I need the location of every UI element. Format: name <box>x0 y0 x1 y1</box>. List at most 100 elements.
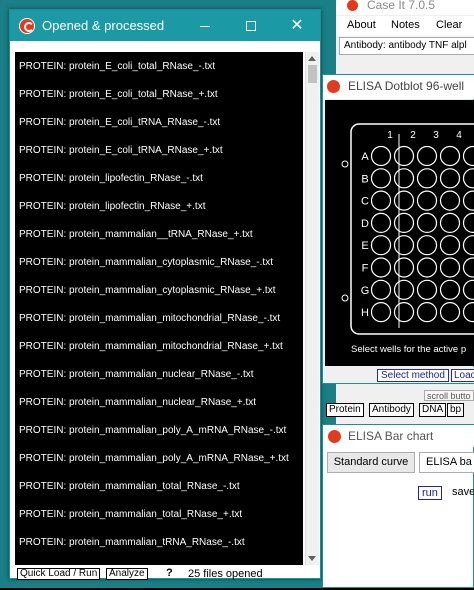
scroll-down-icon[interactable] <box>308 556 316 561</box>
file-list-item[interactable]: PROTEIN: protein_mammalian_poly_A_mRNA_R… <box>19 425 286 436</box>
tab-protein[interactable]: Protein <box>326 403 364 417</box>
molecule-tabs: Protein Antibody DNA bp <box>326 403 474 418</box>
quick-load-run-button[interactable]: Quick Load / Run <box>17 568 101 580</box>
file-list-item[interactable]: PROTEIN: protein_mammalian_nuclear_RNase… <box>19 369 254 380</box>
help-icon[interactable]: ? <box>166 567 173 579</box>
well[interactable] <box>370 190 392 211</box>
menu-clear[interactable]: Clear <box>436 19 462 31</box>
well[interactable] <box>462 302 474 323</box>
well[interactable] <box>439 302 461 323</box>
well[interactable] <box>393 257 415 278</box>
well[interactable] <box>462 235 474 256</box>
file-list-item[interactable]: PROTEIN: protein_E_coli_total_RNase_+.tx… <box>19 89 218 100</box>
well[interactable] <box>462 190 474 211</box>
file-list-item[interactable]: PROTEIN: protein_mammalian_total_RNase_+… <box>19 509 242 520</box>
minimize-button[interactable] <box>182 10 228 41</box>
file-list-item[interactable]: PROTEIN: protein_lipofectin_RNase_+.txt <box>19 201 205 212</box>
menu-notes[interactable]: Notes <box>391 19 420 31</box>
bar-chart-title: ELISA Bar chart <box>348 429 434 443</box>
well[interactable] <box>370 235 392 256</box>
tab-standard-curve[interactable]: Standard curve <box>327 452 415 473</box>
well[interactable] <box>370 279 392 300</box>
well[interactable] <box>416 257 438 278</box>
well[interactable] <box>370 145 392 167</box>
select-method-button[interactable]: Select method <box>377 369 449 382</box>
analyze-button[interactable]: Analyze <box>106 568 148 580</box>
well[interactable] <box>416 235 438 256</box>
well[interactable] <box>439 212 461 234</box>
well[interactable] <box>393 302 415 323</box>
well[interactable] <box>439 168 461 189</box>
load-button[interactable]: Load <box>451 369 474 382</box>
file-list-item[interactable]: PROTEIN: protein_mammalian__tRNA_RNase_+… <box>19 229 253 240</box>
well[interactable] <box>416 279 438 300</box>
plate-graphic[interactable]: 1 2 3 4 ABCDEFGH <box>325 100 474 366</box>
dotblot-controls: Select method Load <box>325 367 474 383</box>
caseit-app-icon <box>326 79 341 94</box>
caseit-title-bar[interactable]: Case It 7.0.5 <box>336 0 474 15</box>
close-button[interactable]: ✕ <box>274 10 320 41</box>
run-button[interactable]: run <box>418 486 442 500</box>
row-label: B <box>361 173 368 185</box>
file-list-item[interactable]: PROTEIN: protein_mammalian_mitochondrial… <box>19 313 280 324</box>
well[interactable] <box>416 168 438 189</box>
scroll-up-icon[interactable] <box>308 56 316 61</box>
file-list-item[interactable]: PROTEIN: protein_mammalian_tRNA_RNase_-.… <box>19 537 245 548</box>
menu-about[interactable]: About <box>347 19 376 31</box>
well[interactable] <box>416 190 438 211</box>
well[interactable] <box>393 212 415 234</box>
file-list-item[interactable]: PROTEIN: protein_mammalian_nuclear_RNase… <box>19 397 256 408</box>
well[interactable] <box>439 190 461 211</box>
scroll-thumb[interactable] <box>308 65 317 83</box>
column-label: 1 <box>387 130 393 141</box>
file-list-item[interactable]: PROTEIN: protein_mammalian_cytoplasmic_R… <box>19 285 275 296</box>
close-icon: ✕ <box>290 17 304 34</box>
file-list-item[interactable]: PROTEIN: protein_lipofectin_RNase_-.txt <box>19 173 203 184</box>
file-list-item[interactable]: PROTEIN: protein_E_coli_total_RNase_-.tx… <box>19 61 215 72</box>
well[interactable] <box>416 145 438 167</box>
caseit-title: Case It 7.0.5 <box>367 0 436 12</box>
well[interactable] <box>393 145 415 167</box>
well[interactable] <box>416 302 438 323</box>
tab-dna[interactable]: DNA <box>419 403 447 417</box>
well[interactable] <box>439 235 461 256</box>
well[interactable] <box>439 257 461 278</box>
maximize-button[interactable] <box>228 10 274 41</box>
row-label: C <box>361 196 369 208</box>
file-list-item[interactable]: PROTEIN: protein_mammalian_poly_A_mRNA_R… <box>19 453 289 464</box>
well[interactable] <box>462 212 474 233</box>
well[interactable] <box>370 302 392 323</box>
row-label: G <box>361 285 370 297</box>
well[interactable] <box>393 168 415 189</box>
dotblot-title-bar[interactable]: ELISA Dotblot 96-well <box>323 75 474 99</box>
well[interactable] <box>462 257 474 278</box>
well[interactable] <box>393 279 415 300</box>
well[interactable] <box>393 190 415 211</box>
well[interactable] <box>370 257 392 278</box>
file-list[interactable]: PROTEIN: protein_E_coli_total_RNase_-.tx… <box>15 52 303 565</box>
well[interactable] <box>439 279 461 300</box>
well[interactable] <box>439 145 461 167</box>
well[interactable] <box>462 145 474 167</box>
caseit-app-icon <box>327 429 342 444</box>
well[interactable] <box>462 168 474 189</box>
well[interactable] <box>370 168 392 189</box>
tab-elisa-bar[interactable]: ELISA ba <box>419 452 474 473</box>
well[interactable] <box>416 212 438 234</box>
file-list-item[interactable]: PROTEIN: protein_mammalian_cytoplasmic_R… <box>19 257 273 268</box>
file-list-item[interactable]: PROTEIN: protein_E_coli_tRNA_RNase_+.txt <box>19 145 223 156</box>
file-list-item[interactable]: PROTEIN: protein_mammalian_mitochondrial… <box>19 341 283 352</box>
well-plate[interactable]: 1 2 3 4 ABCDEFGH Select wells for the active… <box>325 100 474 366</box>
well[interactable] <box>393 235 415 256</box>
tab-bp[interactable]: bp <box>447 403 465 417</box>
vertical-scrollbar[interactable] <box>305 52 319 565</box>
save-button[interactable]: save <box>452 486 474 498</box>
file-list-item[interactable]: PROTEIN: protein_mammalian_total_RNase_-… <box>19 481 240 492</box>
file-list-item[interactable]: PROTEIN: protein_E_coli_tRNA_RNase_-.txt <box>19 117 220 128</box>
scroll-button[interactable]: scroll butto <box>424 390 474 401</box>
title-bar[interactable]: Opened & processed ✕ <box>10 10 320 41</box>
bar-chart-title-bar[interactable]: ELISA Bar chart <box>323 425 474 447</box>
tab-antibody[interactable]: Antibody <box>369 403 414 417</box>
well[interactable] <box>462 279 474 300</box>
well[interactable] <box>370 212 392 234</box>
